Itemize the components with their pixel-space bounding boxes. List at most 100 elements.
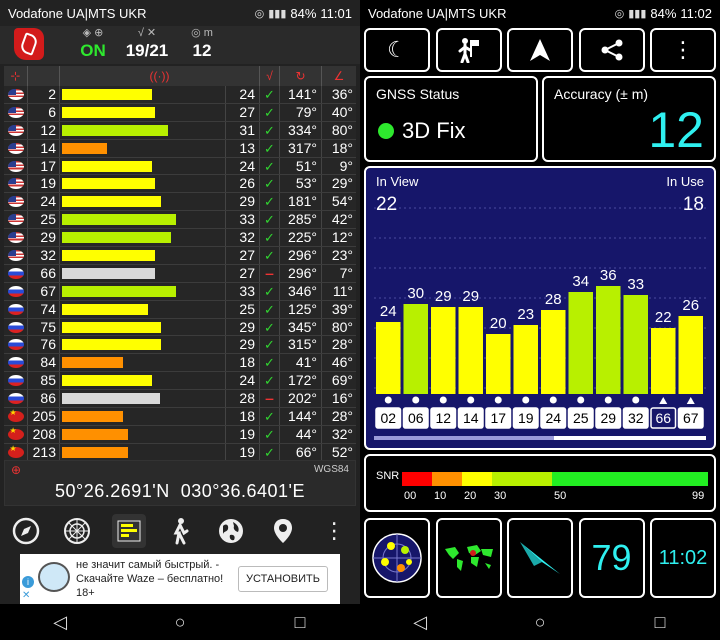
share-icon[interactable] bbox=[578, 28, 645, 72]
table-row: 25 33 ✓ 285° 42° bbox=[4, 211, 356, 230]
table-row: 75 29 ✓ 345° 80° bbox=[4, 318, 356, 337]
snr: 24 bbox=[226, 157, 260, 175]
install-button[interactable]: УСТАНОВИТЬ bbox=[238, 566, 328, 592]
prn-tick-label: 17 bbox=[490, 410, 506, 426]
table-row: 29 32 ✓ 225° 12° bbox=[4, 229, 356, 248]
android-nav-bar: ◁ ○ □ bbox=[360, 604, 720, 640]
recents-icon[interactable]: □ bbox=[280, 612, 320, 633]
not-used-icon: ‒ bbox=[265, 390, 274, 407]
sky-radar-icon[interactable] bbox=[60, 514, 94, 548]
home-icon[interactable]: ○ bbox=[160, 612, 200, 633]
prn: 2 bbox=[28, 86, 60, 103]
snr-bar bbox=[541, 310, 566, 394]
more-vert-icon[interactable]: ⋮ bbox=[317, 514, 351, 548]
prn-tick-label: 24 bbox=[545, 410, 561, 426]
elevation: 46° bbox=[331, 354, 353, 371]
gps-test-screen: Vodafone UA|MTS UKR ◎ ▮▮▮ 84% 11:01 ◈ ⊕ … bbox=[0, 0, 360, 640]
speed-tile[interactable]: 79 bbox=[578, 518, 645, 598]
table-row: 14 13 ✓ 317° 18° bbox=[4, 139, 356, 158]
elevation-col-icon[interactable]: ∠ bbox=[322, 66, 356, 86]
snr-bar bbox=[376, 322, 401, 394]
azimuth-col-icon[interactable]: ↻ bbox=[280, 66, 322, 86]
dot-marker-icon bbox=[577, 396, 585, 404]
back-icon[interactable]: ◁ bbox=[400, 612, 440, 633]
snr-bar bbox=[62, 142, 107, 154]
elevation: 32° bbox=[331, 425, 353, 442]
prn: 86 bbox=[28, 390, 60, 408]
status-bar: Vodafone UA|MTS UKR ◎ ▮▮▮ 84% 11:01 bbox=[0, 0, 360, 26]
snr: 19 bbox=[226, 443, 260, 461]
constellation-col-icon[interactable]: ⊹ bbox=[4, 66, 28, 86]
snr-bar bbox=[62, 178, 155, 190]
dot-marker-icon bbox=[467, 396, 475, 404]
latitude: 50°26.2691'N bbox=[55, 481, 170, 501]
azimuth: 53° bbox=[280, 175, 322, 193]
scroll-thumb[interactable] bbox=[374, 436, 554, 440]
table-row: 76 29 ✓ 315° 28° bbox=[4, 336, 356, 355]
table-header: ⊹ ((·)) √ ↻ ∠ bbox=[4, 66, 356, 86]
prn-col[interactable] bbox=[28, 66, 60, 86]
azimuth: 346° bbox=[280, 282, 322, 300]
snr-bar bbox=[513, 325, 538, 394]
snr-bar bbox=[62, 339, 161, 351]
sky-view-tile[interactable] bbox=[364, 518, 430, 598]
dot-marker-icon bbox=[439, 396, 447, 404]
snr-bars: 24 02 30 06 29 12 29 14 20 17 23 19 28 24 34 25 36 29 33 32… bbox=[374, 207, 706, 440]
world-map-tile[interactable] bbox=[435, 518, 502, 598]
clock-label: 11:01 bbox=[320, 5, 352, 21]
compass-tile[interactable] bbox=[507, 518, 573, 598]
compass-icon[interactable] bbox=[9, 514, 43, 548]
azimuth: 51° bbox=[280, 157, 322, 175]
snr: 18 bbox=[226, 354, 260, 372]
used-check-icon: ✓ bbox=[264, 176, 275, 192]
waze-logo-icon bbox=[38, 562, 70, 592]
snr-col-icon[interactable]: ((·)) bbox=[60, 66, 260, 86]
azimuth: 125° bbox=[280, 300, 322, 318]
snr-bar bbox=[62, 267, 155, 279]
elevation: 54° bbox=[331, 193, 353, 210]
snr-bar bbox=[403, 304, 428, 394]
ru-flag-icon bbox=[7, 357, 24, 369]
recents-icon[interactable]: □ bbox=[640, 612, 680, 633]
map-pin-icon[interactable] bbox=[266, 514, 300, 548]
snr-bar bbox=[596, 286, 621, 394]
prn: 6 bbox=[28, 103, 60, 121]
snr-legend: SNR 00 10 20 30 50 99 bbox=[364, 454, 716, 512]
globe-map-icon[interactable] bbox=[214, 514, 248, 548]
not-used-icon: ‒ bbox=[265, 264, 274, 281]
prn: 76 bbox=[28, 336, 60, 354]
night-mode-icon[interactable]: ☾ bbox=[364, 28, 430, 72]
fix-type: 3D Fix bbox=[402, 118, 466, 143]
datum-label: WGS84 bbox=[313, 464, 349, 475]
prn: 29 bbox=[28, 229, 60, 247]
prn-tick-label: 67 bbox=[683, 410, 699, 426]
azimuth: 66° bbox=[280, 443, 322, 461]
snr-bar bbox=[62, 214, 176, 226]
satellite-rows: 2 24 ✓ 141° 36° 6 27 ✓ 79° 40° 12 31 ✓ 334° 80° 14 13 ✓ 31… bbox=[4, 86, 356, 462]
clock-label: 11:02 bbox=[680, 5, 712, 21]
table-row: 86 28 ‒ 202° 16° bbox=[4, 390, 356, 409]
ad-banner[interactable]: i ✕ не значит самый быстрый. - Скачайте … bbox=[20, 554, 340, 604]
used-col-icon[interactable]: √ bbox=[260, 66, 280, 86]
walk-icon[interactable] bbox=[163, 514, 197, 548]
home-icon[interactable]: ○ bbox=[520, 612, 560, 633]
snr-label: SNR bbox=[376, 470, 400, 482]
elevation: 28° bbox=[331, 336, 353, 353]
used-check-icon: ✓ bbox=[264, 444, 275, 460]
more-vert-icon[interactable]: ⋮ bbox=[650, 28, 716, 72]
app-logo-icon[interactable] bbox=[14, 28, 44, 60]
ad-close-icon[interactable]: ✕ bbox=[22, 590, 30, 601]
signal-bars-icon[interactable] bbox=[111, 514, 146, 548]
ad-info-icon[interactable]: i bbox=[22, 576, 34, 588]
table-row: 6 27 ✓ 79° 40° bbox=[4, 103, 356, 122]
snr: 33 bbox=[226, 282, 260, 300]
navigation-arrow-icon[interactable] bbox=[507, 28, 573, 72]
satellite-snr-chart: In View 22 In Use 18 24 02 30 06 29 12 29 14 20 1… bbox=[364, 166, 716, 450]
elevation: 11° bbox=[332, 282, 353, 299]
snr: 29 bbox=[226, 193, 260, 211]
bar-value-label: 36 bbox=[600, 267, 617, 284]
back-icon[interactable]: ◁ bbox=[40, 612, 80, 633]
pedestrian-icon[interactable] bbox=[435, 28, 502, 72]
azimuth: 79° bbox=[280, 103, 322, 121]
clock-tile[interactable]: 11:02 bbox=[650, 518, 716, 598]
